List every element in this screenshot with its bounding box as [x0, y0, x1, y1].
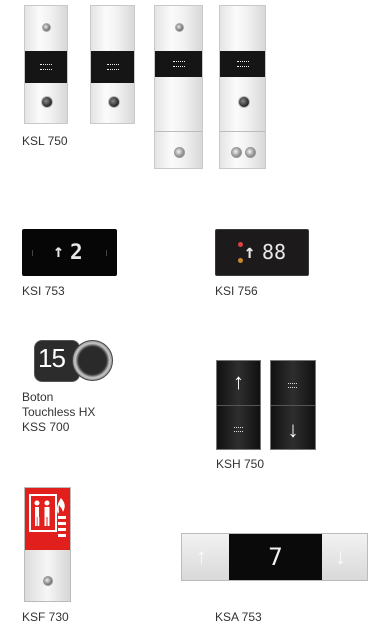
- display-glass: 7: [229, 534, 322, 580]
- touchless-sensor-ring[interactable]: [72, 340, 113, 381]
- panel-divider: [271, 405, 315, 406]
- down-button[interactable]: [107, 96, 120, 108]
- up-arrow[interactable]: ↑: [217, 371, 260, 393]
- ksh750-caption: KSH 750: [216, 457, 265, 471]
- up-arrow: ↑: [196, 544, 207, 569]
- ksi756-caption: KSI 756: [215, 284, 258, 298]
- ksl750-panel-3: [154, 5, 203, 169]
- panel-seam: [220, 131, 265, 132]
- display-glass: [25, 51, 67, 83]
- panel-seam: [155, 131, 202, 132]
- display-glass: [91, 51, 134, 83]
- panel-divider: [217, 405, 260, 406]
- down-button[interactable]: [41, 96, 53, 108]
- down-arrow[interactable]: ↓: [271, 419, 315, 441]
- floor-number: 2: [70, 240, 83, 264]
- indicator-dash: [233, 427, 243, 432]
- status-light-icon: [238, 258, 243, 263]
- down-button[interactable]: [237, 96, 250, 108]
- ksf730-caption: KSF 730: [22, 610, 69, 624]
- fire-key-icon[interactable]: [42, 576, 53, 586]
- floor-number: 15: [38, 343, 66, 373]
- status-light-icon: [238, 242, 243, 247]
- ksh750-panel-up: ↑: [216, 360, 261, 450]
- ksa753-indicator: ↑ 7 ↓: [181, 533, 368, 581]
- direction-arrow: ↑: [244, 241, 256, 263]
- kss700-touchless-button: 15: [34, 340, 113, 382]
- down-call-button[interactable]: [245, 147, 256, 158]
- firefighter-icon: [29, 494, 66, 537]
- ksl750-caption: KSL 750: [22, 134, 68, 148]
- display-glass: [155, 51, 202, 77]
- side-mark: [32, 249, 33, 256]
- kss700-caption-line1: Boton: [22, 390, 54, 404]
- ksi753-indicator: ↑ 2: [22, 229, 117, 276]
- ksh750-panel-down: ↓: [270, 360, 316, 450]
- ksl750-panel-2: [90, 5, 135, 124]
- camera-icon: [174, 23, 184, 32]
- display-glass: [220, 51, 265, 77]
- ksl750-panel-1: [24, 5, 68, 124]
- ksi753-caption: KSI 753: [22, 284, 65, 298]
- fire-service-plate: [25, 488, 70, 550]
- kss700-caption-line3: KSS 700: [22, 420, 70, 434]
- ksa753-caption: KSA 753: [215, 610, 262, 624]
- camera-icon: [42, 23, 51, 32]
- indicator-dash: [40, 64, 52, 70]
- kss700-caption-line2: Touchless HX: [22, 405, 96, 419]
- ksl750-panel-4: [219, 5, 266, 169]
- side-mark: [106, 249, 107, 256]
- indicator-dash: [106, 64, 119, 70]
- ksi756-indicator: ↑ 88: [215, 229, 309, 276]
- floor-number: 88: [262, 240, 287, 264]
- indicator-dash: [172, 61, 185, 67]
- ksf730-fire-panel: [24, 487, 71, 602]
- up-call-button[interactable]: [231, 147, 242, 158]
- indicator-dash: [236, 61, 249, 67]
- down-arrow: ↓: [335, 544, 346, 569]
- indicator-dash: [288, 383, 297, 388]
- floor-number: 7: [268, 543, 283, 571]
- call-button[interactable]: [174, 147, 185, 158]
- direction-arrow: ↑: [53, 241, 64, 262]
